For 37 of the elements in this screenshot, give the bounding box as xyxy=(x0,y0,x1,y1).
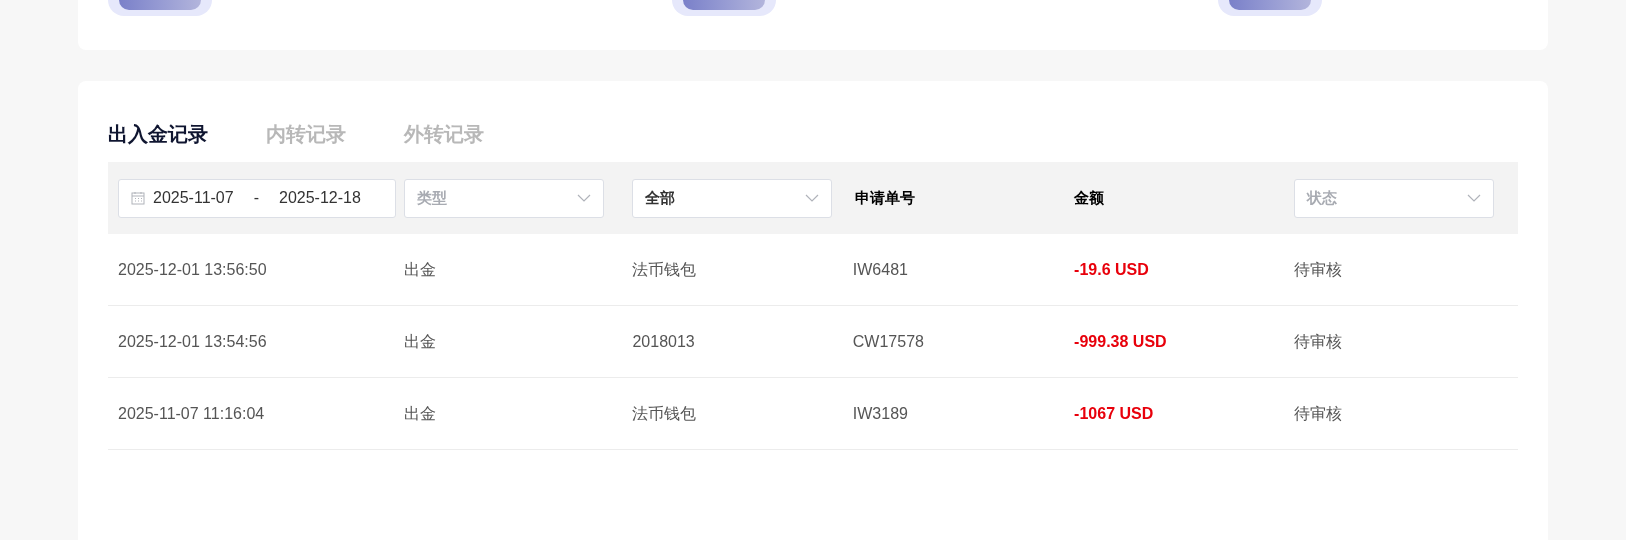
table-cell: 待审核 xyxy=(1294,260,1343,278)
table-cell: -999.38 USD xyxy=(1074,332,1167,350)
wallet-icon xyxy=(672,0,776,16)
tab[interactable]: 内转记录 xyxy=(266,119,346,149)
column-header: 金额 xyxy=(1074,189,1105,206)
table-cell: -19.6 USD xyxy=(1074,260,1149,278)
tab[interactable]: 出入金记录 xyxy=(108,119,208,149)
table-cell: 法币钱包 xyxy=(632,404,697,422)
table-cell: 出金 xyxy=(404,404,437,422)
table-cell: 2025-12-01 13:54:56 xyxy=(118,332,267,350)
date-separator: - xyxy=(252,188,260,208)
calendar-icon xyxy=(131,191,145,205)
wallet-icon xyxy=(1218,0,1322,16)
table-cell: 出金 xyxy=(404,332,437,350)
table-cell: 2025-11-07 11:16:04 xyxy=(118,404,265,422)
table-cell: -1067 USD xyxy=(1074,404,1154,422)
tab[interactable]: 外转记录 xyxy=(404,119,484,149)
date-end: 2025-12-18 xyxy=(279,188,361,208)
table-cell: CW17578 xyxy=(852,332,924,350)
wallet-select[interactable]: 全部 xyxy=(632,178,833,218)
chevron-down-icon xyxy=(1467,194,1482,202)
type-select[interactable]: 类型 xyxy=(404,178,605,218)
table-cell: 2025-12-01 13:56:50 xyxy=(118,260,267,278)
column-header: 申请单号 xyxy=(853,189,915,206)
table-cell: 2018013 xyxy=(632,332,695,350)
table-cell: 出金 xyxy=(404,260,437,278)
chevron-down-icon xyxy=(805,194,820,202)
date-range-field[interactable]: 2025-11-07 - 2025-12-18 xyxy=(118,178,396,218)
status-select[interactable]: 状态 xyxy=(1294,178,1495,218)
wallet-icon xyxy=(108,0,212,16)
chevron-down-icon xyxy=(577,194,592,202)
table-cell: 待审核 xyxy=(1294,332,1343,350)
date-start: 2025-11-07 xyxy=(153,188,234,208)
table-cell: 法币钱包 xyxy=(632,260,697,278)
table-cell: IW6481 xyxy=(852,260,908,278)
table-cell: 待审核 xyxy=(1294,404,1343,422)
table-cell: IW3189 xyxy=(852,404,908,422)
